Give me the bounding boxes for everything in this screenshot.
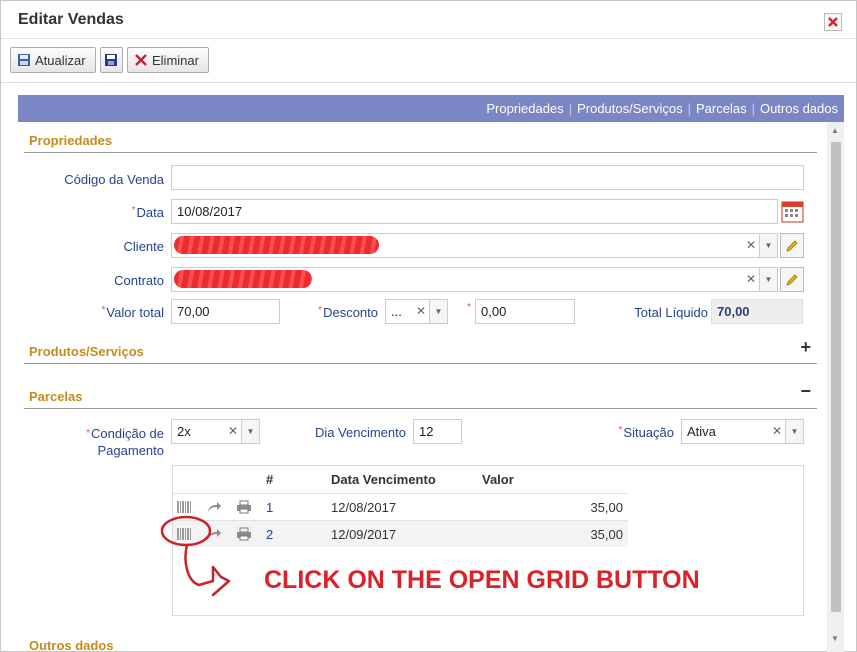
chevron-down-icon[interactable]: ▼	[241, 420, 259, 443]
table-row: 1 12/08/2017 35,00	[173, 493, 628, 520]
dialog-titlebar: Editar Vendas	[1, 1, 856, 39]
contrato-label: Contrato	[114, 273, 164, 288]
row-date: 12/08/2017	[331, 500, 397, 515]
condicao-select[interactable]: 2x ✕ ▼	[171, 419, 260, 444]
row-value: 35,00	[590, 500, 623, 515]
edit-cliente-button[interactable]	[780, 233, 804, 258]
clear-icon[interactable]: ✕	[746, 272, 756, 286]
clear-icon[interactable]: ✕	[746, 238, 756, 252]
valor-total-label: *Valor total	[101, 305, 164, 320]
dialog-title: Editar Vendas	[18, 11, 124, 28]
section-title-outros: Outros dados	[29, 638, 114, 652]
clear-icon[interactable]: ✕	[772, 424, 782, 438]
pencil-icon	[786, 273, 798, 286]
clear-icon[interactable]: ✕	[416, 304, 426, 318]
section-divider	[24, 363, 817, 364]
row-value: 35,00	[590, 527, 623, 542]
update-button-label: Atualizar	[35, 52, 86, 68]
calendar-icon	[781, 201, 804, 223]
section-nav: Propriedades | Produtos/Serviços | Parcelas |…	[18, 95, 844, 122]
grid-header-number: #	[266, 472, 274, 487]
codigo-label: Código da Venda	[64, 172, 164, 187]
contrato-select[interactable]: ✕ ▼	[171, 267, 778, 292]
save-icon	[105, 54, 117, 66]
save-icon	[18, 54, 30, 66]
codigo-input[interactable]	[171, 165, 804, 190]
desconto-value-input[interactable]: 0,00	[475, 299, 575, 324]
dia-vencimento-label: Dia Vencimento	[314, 425, 406, 440]
section-title-produtos: Produtos/Serviços	[29, 344, 144, 359]
total-liquido-value: 70,00	[711, 299, 803, 324]
cliente-select[interactable]: ✕ ▼	[171, 233, 778, 258]
scroll-down-icon[interactable]: ▼	[831, 634, 839, 643]
desconto-label: *Desconto	[318, 305, 378, 320]
grid-header-date: Data Vencimento	[331, 472, 436, 487]
nav-tab-propriedades[interactable]: Propriedades	[486, 101, 563, 116]
section-title-parcelas: Parcelas	[29, 389, 83, 404]
update-button[interactable]: Atualizar	[10, 47, 96, 73]
pencil-icon	[786, 239, 798, 252]
dia-vencimento-input[interactable]: 12	[413, 419, 462, 444]
edit-contrato-button[interactable]	[780, 267, 804, 292]
chevron-down-icon[interactable]: ▼	[429, 300, 447, 323]
redaction-mark	[174, 236, 379, 254]
edit-sales-dialog: Editar Vendas Atualizar Eliminar Proprie…	[0, 0, 857, 652]
section-divider	[24, 152, 817, 153]
scroll-up-icon[interactable]: ▲	[831, 126, 839, 135]
data-label: *Data	[131, 205, 164, 220]
row-number[interactable]: 2	[266, 527, 273, 542]
toolbar: Atualizar Eliminar	[1, 39, 856, 83]
redaction-mark	[174, 270, 312, 288]
delete-button[interactable]: Eliminar	[127, 47, 209, 73]
situacao-label: *Situação	[618, 425, 675, 440]
save-close-button[interactable]	[100, 47, 123, 73]
desconto-type-select[interactable]: ... ✕ ▼	[385, 299, 448, 324]
date-input[interactable]: 10/08/2017	[171, 199, 778, 224]
annotation-text: CLICK ON THE OPEN GRID BUTTON	[264, 566, 700, 594]
clear-icon[interactable]: ✕	[228, 424, 238, 438]
desconto-type-value: ...	[391, 304, 402, 319]
situacao-value: Ativa	[687, 424, 716, 439]
situacao-select[interactable]: Ativa ✕ ▼	[681, 419, 804, 444]
valor-total-input[interactable]: 70,00	[171, 299, 280, 324]
nav-tab-parcelas[interactable]: Parcelas	[696, 101, 747, 116]
collapse-icon[interactable]: −	[800, 381, 811, 402]
total-liquido-label: Total Líquido	[634, 305, 708, 320]
cliente-label: Cliente	[123, 239, 164, 254]
section-title-propriedades: Propriedades	[29, 133, 113, 148]
condicao-value: 2x	[177, 424, 191, 439]
close-button[interactable]	[824, 13, 842, 31]
row-number[interactable]: 1	[266, 500, 273, 515]
chevron-down-icon[interactable]: ▼	[759, 234, 777, 257]
grid-header-value: Valor	[482, 472, 514, 487]
delete-icon	[135, 54, 147, 66]
chevron-down-icon[interactable]: ▼	[759, 268, 777, 291]
section-divider	[24, 408, 817, 409]
scrollbar-thumb[interactable]	[831, 142, 841, 612]
annotation-arrow	[160, 515, 231, 597]
delete-button-label: Eliminar	[152, 52, 199, 68]
table-row: 2 12/09/2017 35,00	[173, 520, 628, 547]
nav-tab-produtos[interactable]: Produtos/Serviços	[577, 101, 683, 116]
nav-tab-outros[interactable]: Outros dados	[760, 101, 838, 116]
close-icon	[828, 17, 838, 27]
calendar-button[interactable]	[781, 199, 804, 223]
vertical-scrollbar[interactable]: ▲ ▼	[827, 122, 844, 652]
row-date: 12/09/2017	[331, 527, 397, 542]
required-marker: *	[467, 302, 471, 313]
expand-icon[interactable]: +	[800, 337, 811, 358]
chevron-down-icon[interactable]: ▼	[785, 420, 803, 443]
condicao-label: *Condição de Pagamento	[86, 426, 164, 458]
